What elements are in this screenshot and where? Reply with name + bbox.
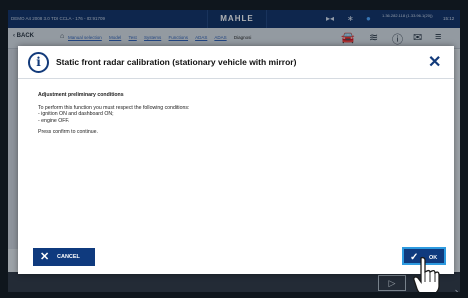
resize-handle-icon: ↘ [454, 287, 460, 292]
dialog-header: i Static front radar calibration (statio… [18, 46, 454, 79]
cancel-button[interactable]: ✕ CANCEL [33, 248, 95, 266]
device-frame: DEMO A4 2008 3.0 TDI CCLA - 176 - ID:917… [0, 0, 468, 298]
screen: DEMO A4 2008 3.0 TDI CCLA - 176 - ID:917… [8, 10, 460, 292]
conditions-heading: Adjustment preliminary conditions [38, 92, 124, 98]
calibration-dialog: i Static front radar calibration (statio… [18, 46, 454, 274]
dialog-body: Adjustment preliminary conditions To per… [38, 92, 434, 136]
condition-item: - ignition ON and dashboard ON; [38, 111, 114, 118]
cancel-label: CANCEL [57, 254, 80, 260]
close-icon[interactable]: ✕ [428, 52, 441, 72]
confirm-instruction: Press confirm to continue. [38, 129, 98, 136]
close-icon: ✕ [40, 251, 50, 263]
condition-item: - engine OFF. [38, 117, 70, 124]
dialog-title: Static front radar calibration (stationa… [56, 57, 297, 67]
conditions-intro: To perform this function you must respec… [38, 104, 190, 111]
hand-pointer-icon [413, 256, 440, 292]
info-icon: i [28, 52, 49, 73]
